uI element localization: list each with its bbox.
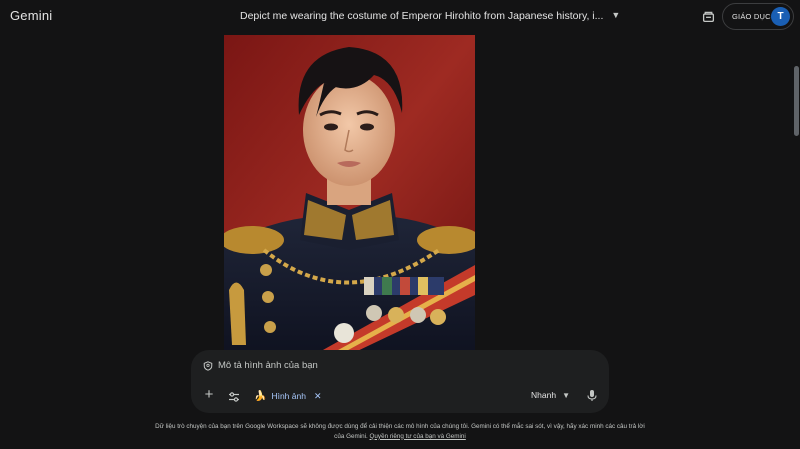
image-chip-label: Hình ảnh [271, 391, 306, 401]
disclaimer: Dữ liệu trò chuyện của bạn trên Google W… [150, 422, 650, 441]
close-icon[interactable]: ✕ [314, 391, 322, 402]
mic-icon[interactable] [586, 389, 598, 402]
plus-icon[interactable]: + [202, 387, 216, 402]
scrollbar[interactable] [794, 66, 799, 136]
image-chip[interactable]: 🍌 Hình ảnh ✕ [254, 388, 322, 404]
top-bar: Gemini Depict me wearing the costume of … [0, 0, 800, 34]
tools-icon[interactable] [228, 390, 240, 402]
mode-label: Nhanh [531, 390, 557, 400]
privacy-link[interactable]: Quyền riêng tư của bạn và Gemini [370, 433, 466, 440]
generated-image[interactable] [224, 35, 475, 355]
apps-icon[interactable] [700, 8, 716, 24]
avatar[interactable]: T [771, 7, 790, 26]
account-button[interactable]: GIÁO DỤC T [722, 3, 794, 30]
app-logo[interactable]: Gemini [10, 8, 52, 23]
account-badge: GIÁO DỤC [732, 12, 771, 21]
conversation-title-button[interactable]: Depict me wearing the costume of Emperor… [240, 10, 620, 22]
prompt-composer[interactable]: Mô tả hình ảnh của bạn + 🍌 Hình ảnh ✕ Nh… [191, 350, 609, 413]
chevron-down-icon: ▼ [562, 390, 570, 400]
conversation-title: Depict me wearing the costume of Emperor… [240, 10, 604, 22]
prompt-placeholder: Mô tả hình ảnh của bạn [218, 360, 318, 371]
prompt-input[interactable]: Mô tả hình ảnh của bạn [203, 360, 318, 371]
chevron-down-icon: ▼ [611, 10, 621, 20]
mode-selector[interactable]: Nhanh ▼ [531, 390, 570, 400]
shield-icon [203, 360, 213, 371]
banana-icon: 🍌 [254, 390, 267, 402]
